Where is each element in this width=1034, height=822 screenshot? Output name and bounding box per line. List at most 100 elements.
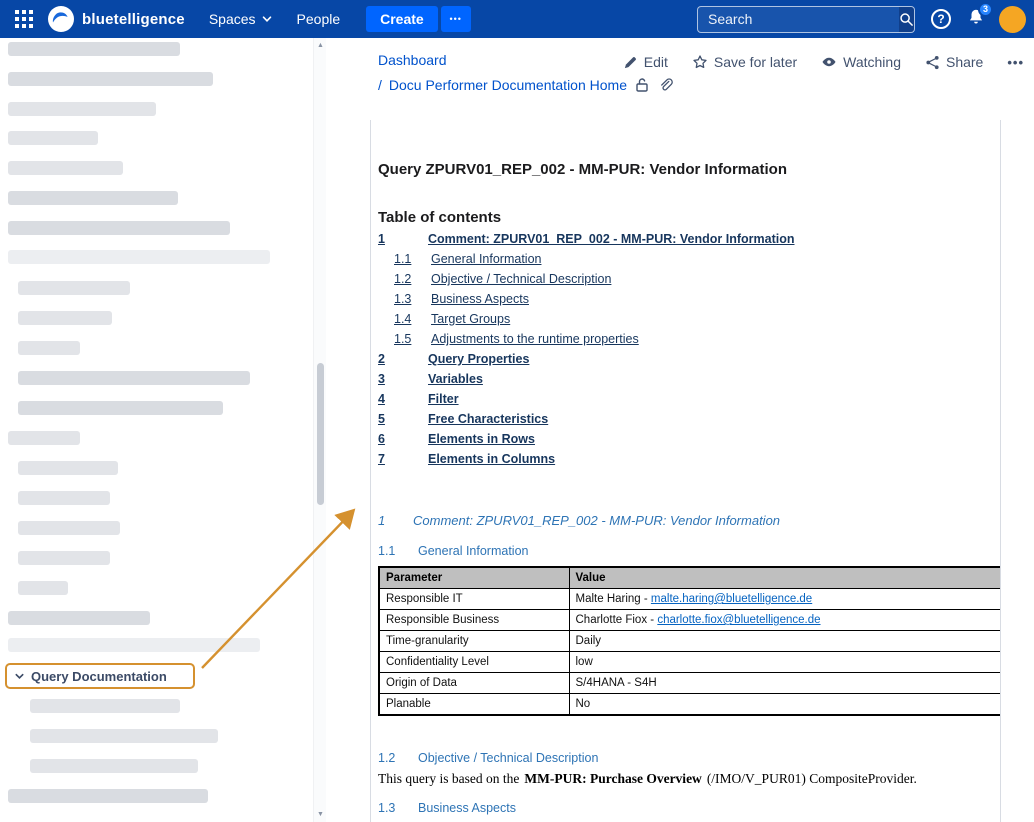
sidebar-skeleton-item <box>8 431 80 445</box>
sidebar-skeleton-item <box>8 72 213 86</box>
sidebar-skeleton-item <box>8 102 156 116</box>
value-cell: Charlotte Fiox - charlotte.fiox@bluetell… <box>569 610 1001 631</box>
sidebar-skeleton-item <box>18 461 118 475</box>
sidebar-skeleton-item <box>8 221 230 235</box>
create-more-button[interactable]: ••• <box>441 6 471 32</box>
chevron-down-icon <box>261 13 273 25</box>
breadcrumb-current-page-link[interactable]: Docu Performer Documentation Home <box>389 77 627 93</box>
chevron-down-icon <box>14 671 25 682</box>
sidebar-skeleton-item <box>8 42 180 56</box>
value-cell: Malte Haring - malte.haring@bluetelligen… <box>569 589 1001 610</box>
sidebar-skeleton-item <box>18 521 120 535</box>
pencil-icon <box>623 55 638 70</box>
email-link[interactable]: charlotte.fiox@bluetelligence.de <box>657 614 820 626</box>
eye-icon <box>821 54 837 70</box>
sidebar-skeleton-item <box>30 729 218 743</box>
notifications-bell-icon[interactable]: 3 <box>967 8 985 31</box>
param-cell: Responsible IT <box>379 589 569 610</box>
table-row: Planable No <box>379 694 1001 716</box>
save-for-later-button[interactable]: Save for later <box>692 54 797 70</box>
table-row: Responsible Business Charlotte Fiox - ch… <box>379 610 1001 631</box>
search-input[interactable] <box>698 11 899 27</box>
table-row: Confidentiality Level low <box>379 652 1001 673</box>
app-root: bluetelligence Spaces People Create ••• … <box>0 0 1034 822</box>
table-row: Origin of Data S/4HANA - S4H <box>379 673 1001 694</box>
value-cell: No <box>569 694 1001 716</box>
scroll-up-icon[interactable]: ▲ <box>314 42 327 49</box>
sidebar-skeleton-item <box>8 191 178 205</box>
section-heading-1-3: 1.3 Business Aspects <box>378 801 1000 815</box>
paperclip-icon[interactable] <box>657 77 673 93</box>
param-cell: Origin of Data <box>379 673 569 694</box>
create-button[interactable]: Create <box>366 6 438 32</box>
brand-name: bluetelligence <box>82 11 185 28</box>
nav-people-label: People <box>297 11 341 27</box>
sidebar-skeleton-item <box>18 581 68 595</box>
sidebar-skeleton-item <box>8 611 150 625</box>
sidebar-skeleton-item <box>30 759 198 773</box>
sidebar-skeleton-item <box>8 131 98 145</box>
document-page: Query ZPURV01_REP_002 - MM-PUR: Vendor I… <box>370 120 1001 822</box>
toc-link[interactable]: 1.3Business Aspects <box>378 289 1000 309</box>
share-icon <box>925 55 940 70</box>
sidebar-skeleton-item <box>8 161 123 175</box>
save-for-later-label: Save for later <box>714 54 797 70</box>
sidebar-skeleton-item <box>8 638 260 652</box>
unlock-icon[interactable] <box>634 77 650 93</box>
edit-button[interactable]: Edit <box>623 54 668 70</box>
bluetelligence-logo <box>48 6 74 32</box>
toc-link[interactable]: 6Elements in Rows <box>378 429 1000 449</box>
toc-link[interactable]: 1.2Objective / Technical Description <box>378 269 1000 289</box>
toc-link[interactable]: 1.1General Information <box>378 249 1000 269</box>
app-switcher-icon[interactable] <box>12 7 36 31</box>
toc-link[interactable]: 1.4Target Groups <box>378 309 1000 329</box>
sidebar-skeleton-item <box>18 491 110 505</box>
email-link[interactable]: malte.haring@bluetelligence.de <box>651 593 812 605</box>
user-avatar[interactable] <box>999 6 1026 33</box>
breadcrumb-dashboard-link[interactable]: Dashboard <box>378 52 447 68</box>
sidebar-skeleton-item <box>18 281 130 295</box>
table-of-contents: 1Comment: ZPURV01_REP_002 - MM-PUR: Vend… <box>378 229 1000 469</box>
table-header-row: Parameter Value <box>379 567 1001 589</box>
sidebar-skeleton-item <box>18 311 112 325</box>
star-icon <box>692 54 708 70</box>
toc-link[interactable]: 5Free Characteristics <box>378 409 1000 429</box>
table-row: Time-granularity Daily <box>379 631 1001 652</box>
nav-people[interactable]: People <box>297 11 341 27</box>
watching-button[interactable]: Watching <box>821 54 901 70</box>
search-icon[interactable] <box>899 7 914 32</box>
sidebar-skeleton-item <box>8 250 270 264</box>
table-row: Responsible IT Malte Haring - malte.hari… <box>379 589 1001 610</box>
sidebar-skeleton-item <box>18 551 110 565</box>
param-cell: Responsible Business <box>379 610 569 631</box>
toc-link[interactable]: 7Elements in Columns <box>378 449 1000 469</box>
help-icon[interactable]: ? <box>931 9 951 29</box>
edit-label: Edit <box>644 54 668 70</box>
scroll-down-icon[interactable]: ▼ <box>314 811 327 818</box>
toc-heading: Table of contents <box>378 209 1000 226</box>
description-paragraph: This query is based on theMM-PUR: Purcha… <box>378 771 1000 787</box>
share-label: Share <box>946 54 983 70</box>
sidebar-skeleton-item <box>30 699 180 713</box>
value-cell: low <box>569 652 1001 673</box>
toc-link[interactable]: 2Query Properties <box>378 349 1000 369</box>
sidebar-skeleton-item <box>18 341 80 355</box>
breadcrumb-separator: / <box>378 77 382 93</box>
toc-link[interactable]: 1.5Adjustments to the runtime properties <box>378 329 1000 349</box>
section-heading-1-1: 1.1 General Information <box>378 544 1000 558</box>
toc-link[interactable]: 3Variables <box>378 369 1000 389</box>
share-button[interactable]: Share <box>925 54 983 70</box>
sidebar-scrollbar[interactable]: ▲ ▼ <box>313 38 326 822</box>
nav-spaces-label: Spaces <box>209 11 256 27</box>
sidebar-skeleton-item <box>8 789 208 803</box>
sidebar-item-query-documentation[interactable]: Query Documentation <box>5 663 195 689</box>
toc-link[interactable]: 4Filter <box>378 389 1000 409</box>
page-more-actions-button[interactable]: ••• <box>1007 55 1024 70</box>
param-cell: Time-granularity <box>379 631 569 652</box>
value-cell: S/4HANA - S4H <box>569 673 1001 694</box>
param-cell: Confidentiality Level <box>379 652 569 673</box>
nav-spaces[interactable]: Spaces <box>209 11 273 27</box>
scrollbar-thumb[interactable] <box>317 363 324 505</box>
search-box[interactable] <box>697 6 915 33</box>
toc-link[interactable]: 1Comment: ZPURV01_REP_002 - MM-PUR: Vend… <box>378 229 1000 249</box>
